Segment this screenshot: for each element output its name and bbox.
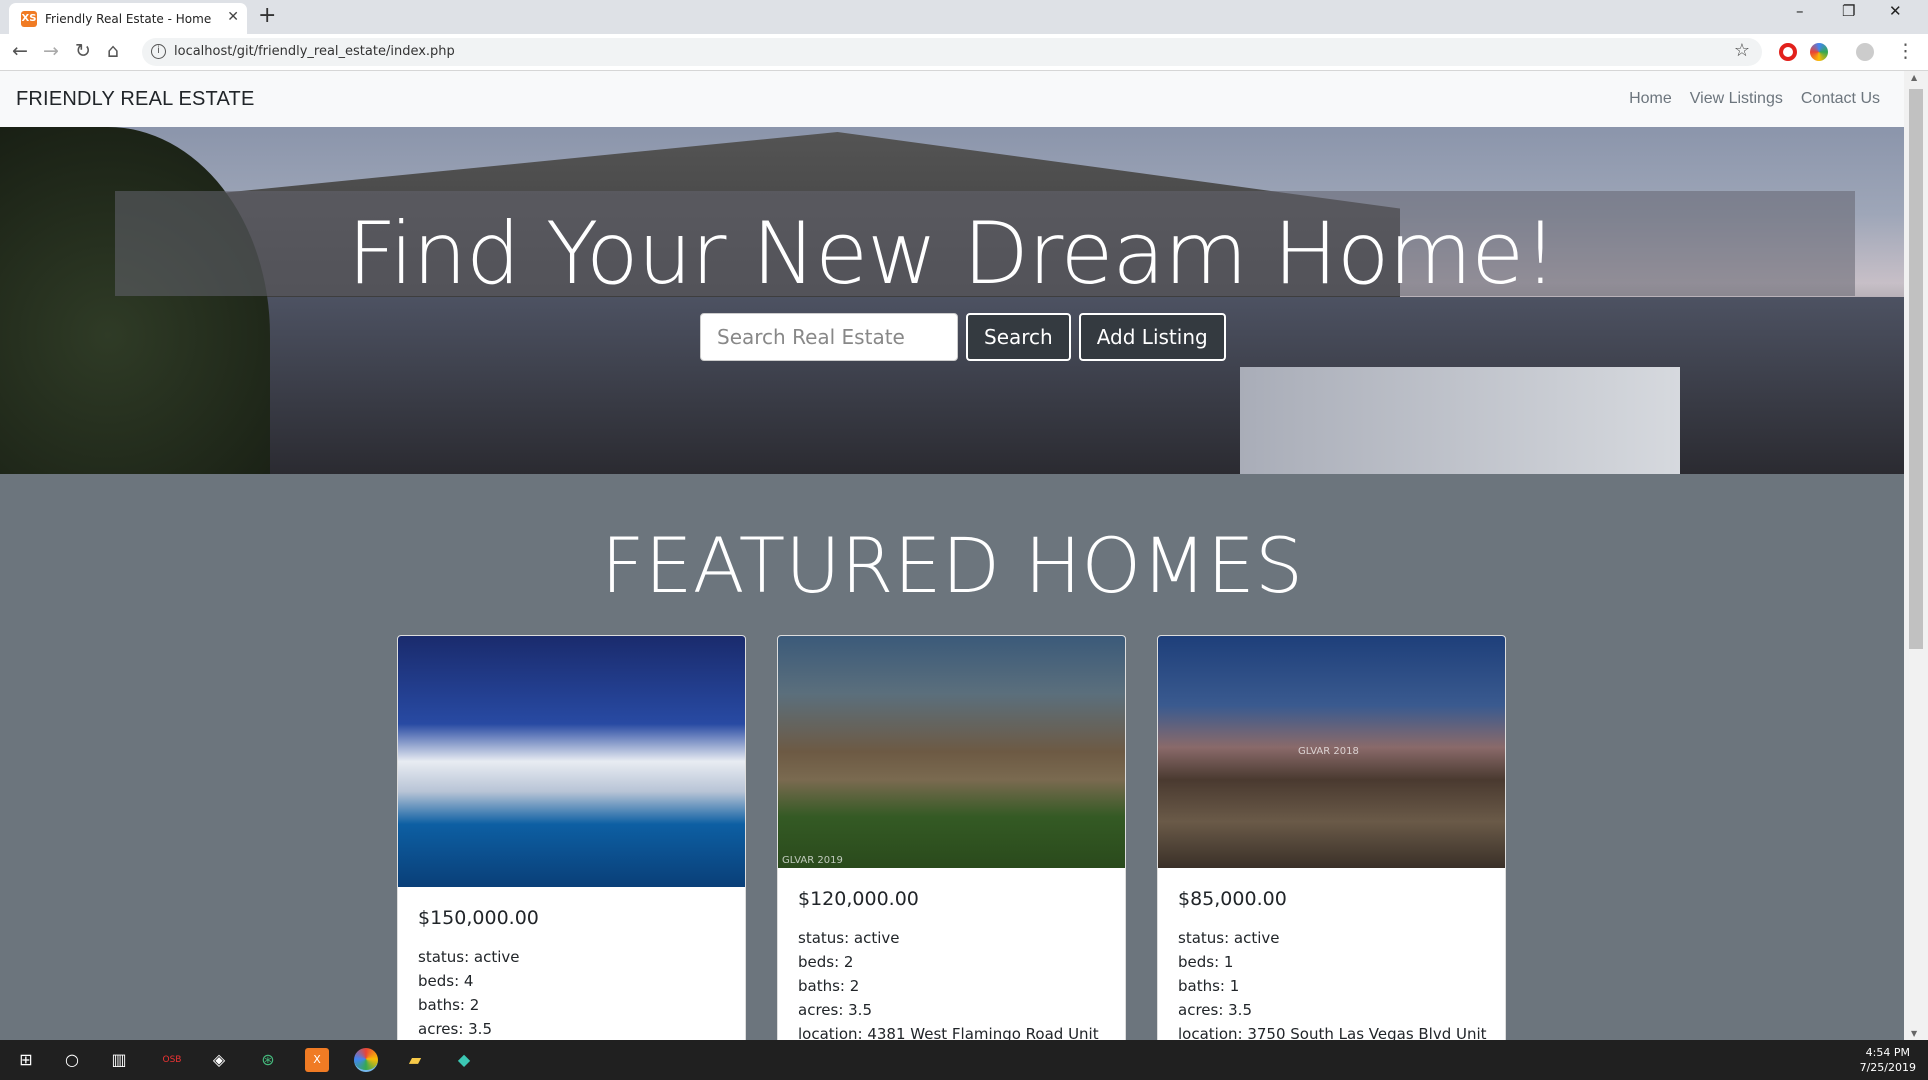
site-brand[interactable]: FRIENDLY REAL ESTATE bbox=[16, 88, 255, 111]
listing-card[interactable]: $150,000.00 status: active beds: 4 baths… bbox=[397, 635, 746, 1040]
featured-homes-title: FEATURED HOMES bbox=[600, 521, 1304, 610]
hero-search-form: Search Add Listing bbox=[700, 313, 1226, 361]
reload-icon[interactable]: ↻ bbox=[75, 40, 91, 62]
listing-price: $120,000.00 bbox=[798, 888, 919, 910]
new-tab-button[interactable]: + bbox=[258, 3, 276, 28]
listing-status: status: active bbox=[418, 948, 520, 966]
color-extension-icon[interactable] bbox=[1810, 43, 1828, 61]
sourcetree-icon[interactable]: ⊛ bbox=[256, 1048, 280, 1072]
hero-banner: Find Your New Dream Home! Search Add Lis… bbox=[0, 127, 1904, 474]
hero-title: Find Your New Dream Home! bbox=[347, 204, 1557, 304]
xampp-favicon-icon: XS bbox=[21, 11, 37, 27]
back-icon[interactable]: ← bbox=[12, 40, 28, 62]
page-viewport: FRIENDLY REAL ESTATE Home View Listings … bbox=[0, 71, 1904, 1040]
scroll-thumb[interactable] bbox=[1909, 89, 1923, 649]
scroll-up-icon[interactable]: ▲ bbox=[1911, 73, 1917, 82]
minimize-window-icon[interactable]: – bbox=[1796, 2, 1804, 20]
tab-title: Friendly Real Estate - Home bbox=[45, 12, 212, 26]
explorer-icon[interactable]: ▰ bbox=[403, 1048, 427, 1072]
game-icon[interactable]: ◈ bbox=[207, 1048, 231, 1072]
listing-status: status: active bbox=[798, 929, 900, 947]
listing-status: status: active bbox=[1178, 929, 1280, 947]
listing-acres: acres: 3.5 bbox=[418, 1020, 492, 1038]
home-icon[interactable]: ⌂ bbox=[107, 40, 119, 62]
site-navbar: FRIENDLY REAL ESTATE Home View Listings … bbox=[0, 71, 1904, 127]
listing-baths: baths: 1 bbox=[1178, 977, 1240, 995]
photo-watermark: GLVAR 2018 bbox=[1298, 746, 1359, 757]
windows-start-icon[interactable]: ⊞ bbox=[14, 1048, 38, 1072]
taskbar-clock[interactable]: 4:54 PM 7/25/2019 bbox=[1860, 1045, 1916, 1075]
photo-watermark: GLVAR 2019 bbox=[782, 855, 843, 866]
bookmark-star-icon[interactable]: ☆ bbox=[1734, 40, 1750, 61]
url-text[interactable]: localhost/git/friendly_real_estate/index… bbox=[174, 44, 455, 59]
listing-photo[interactable]: GLVAR 2019 bbox=[778, 636, 1125, 868]
listing-card[interactable]: GLVAR 2018 $85,000.00 status: active bed… bbox=[1157, 635, 1506, 1040]
listing-photo[interactable]: GLVAR 2018 bbox=[1158, 636, 1505, 868]
listing-card[interactable]: GLVAR 2019 $120,000.00 status: active be… bbox=[777, 635, 1126, 1040]
listing-baths: baths: 2 bbox=[798, 977, 860, 995]
task-view-icon[interactable]: ▥ bbox=[107, 1048, 131, 1072]
osb-icon[interactable]: OSB bbox=[160, 1048, 184, 1072]
listing-location: location: 4381 West Flamingo Road Unit bbox=[798, 1025, 1099, 1040]
windows-taskbar: ⊞ ○ ▥ OSB ◈ ⊛ X ▰ ◆ 4:54 PM 7/25/2019 bbox=[0, 1040, 1928, 1080]
clock-date: 7/25/2019 bbox=[1859, 1061, 1916, 1074]
search-button[interactable]: Search bbox=[966, 313, 1071, 361]
gitkraken-icon[interactable]: ◆ bbox=[452, 1048, 476, 1072]
clock-time: 4:54 PM bbox=[1865, 1046, 1910, 1059]
chrome-icon[interactable] bbox=[354, 1048, 378, 1072]
listing-photo[interactable] bbox=[398, 636, 745, 887]
close-window-icon[interactable]: ✕ bbox=[1889, 2, 1902, 20]
restore-window-icon[interactable]: ❐ bbox=[1842, 2, 1855, 20]
search-input[interactable] bbox=[700, 313, 958, 361]
listing-price: $150,000.00 bbox=[418, 907, 539, 929]
browser-toolbar: ← → ↻ ⌂ i localhost/git/friendly_real_es… bbox=[0, 34, 1928, 71]
listing-location: location: 3750 South Las Vegas Blvd Unit bbox=[1178, 1025, 1487, 1040]
address-bar[interactable]: i localhost/git/friendly_real_estate/ind… bbox=[142, 38, 1762, 66]
listing-price: $85,000.00 bbox=[1178, 888, 1287, 910]
listing-baths: baths: 2 bbox=[418, 996, 480, 1014]
nav-view-listings-link[interactable]: View Listings bbox=[1690, 90, 1783, 108]
page-scrollbar[interactable]: ▲ ▼ bbox=[1904, 71, 1928, 1040]
scroll-down-icon[interactable]: ▼ bbox=[1911, 1029, 1917, 1038]
listing-beds: beds: 1 bbox=[1178, 953, 1234, 971]
nav-links: Home View Listings Contact Us bbox=[1629, 90, 1880, 108]
hero-house-glass bbox=[1240, 367, 1680, 474]
listing-acres: acres: 3.5 bbox=[798, 1001, 872, 1019]
nav-contact-us-link[interactable]: Contact Us bbox=[1801, 90, 1880, 108]
listing-beds: beds: 4 bbox=[418, 972, 474, 990]
opera-extension-icon[interactable] bbox=[1779, 43, 1797, 61]
nav-home-link[interactable]: Home bbox=[1629, 90, 1672, 108]
forward-icon[interactable]: → bbox=[43, 40, 59, 62]
xampp-icon[interactable]: X bbox=[305, 1048, 329, 1072]
listing-beds: beds: 2 bbox=[798, 953, 854, 971]
add-listing-button[interactable]: Add Listing bbox=[1078, 313, 1226, 361]
close-tab-icon[interactable]: ✕ bbox=[227, 9, 239, 25]
browser-tab[interactable]: XS Friendly Real Estate - Home ✕ bbox=[9, 3, 247, 34]
profile-avatar-icon[interactable] bbox=[1856, 43, 1874, 61]
browser-tabstrip: XS Friendly Real Estate - Home ✕ + – ❐ ✕ bbox=[0, 0, 1928, 34]
listing-acres: acres: 3.5 bbox=[1178, 1001, 1252, 1019]
cortana-icon[interactable]: ○ bbox=[60, 1048, 84, 1072]
chrome-menu-icon[interactable]: ⋮ bbox=[1896, 40, 1915, 62]
info-icon[interactable]: i bbox=[151, 44, 166, 59]
